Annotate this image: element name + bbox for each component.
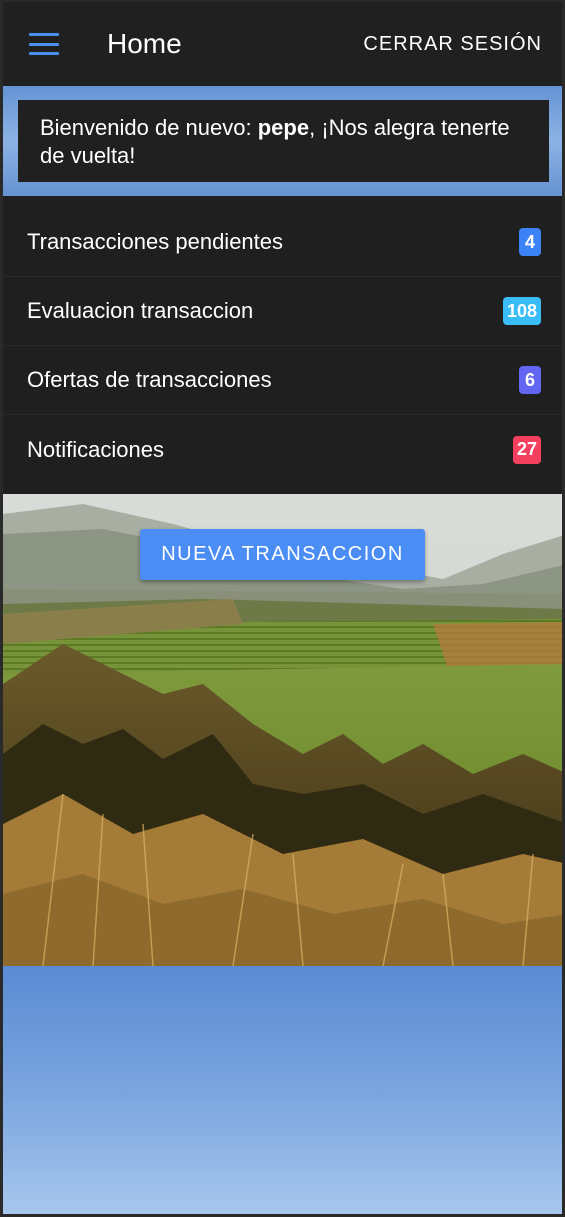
list-item-transaction-offers[interactable]: Ofertas de transacciones 6	[3, 346, 562, 415]
new-transaction-button[interactable]: NUEVA TRANSACCION	[140, 529, 425, 580]
list-item-label: Ofertas de transacciones	[27, 367, 272, 392]
welcome-username: pepe	[257, 115, 310, 140]
page-title: Home	[107, 28, 182, 59]
list-item-pending-transactions[interactable]: Transacciones pendientes 4	[3, 208, 562, 277]
list-item-notifications[interactable]: Notificaciones 27	[3, 415, 562, 484]
logout-button[interactable]: CERRAR SESIÓN	[363, 33, 542, 56]
count-badge: 27	[512, 435, 541, 464]
hamburger-menu-icon[interactable]	[29, 33, 59, 55]
list-item-label: Notificaciones	[27, 436, 164, 462]
welcome-banner: Bienvenido de nuevo: pepe, ¡Nos alegra t…	[3, 86, 562, 196]
sky-background	[3, 966, 562, 1214]
list-item-label: Evaluacion transaccion	[27, 298, 254, 323]
top-toolbar: Home CERRAR SESIÓN	[3, 2, 562, 86]
vineyard-landscape-image: NUEVA TRANSACCION	[3, 494, 562, 966]
list-item-label: Transacciones pendientes	[27, 229, 284, 254]
menu-list: Transacciones pendientes 4 Evaluacion tr…	[3, 196, 562, 494]
count-badge: 6	[519, 366, 541, 394]
count-badge: 108	[502, 297, 541, 325]
welcome-prefix: Bienvenido de nuevo:	[40, 115, 258, 140]
count-badge: 4	[519, 228, 541, 256]
app-frame: Home CERRAR SESIÓN Bienvenido de nuevo: …	[0, 0, 565, 1217]
list-item-transaction-evaluation[interactable]: Evaluacion transaccion 108	[3, 277, 562, 346]
welcome-message: Bienvenido de nuevo: pepe, ¡Nos alegra t…	[18, 100, 549, 182]
